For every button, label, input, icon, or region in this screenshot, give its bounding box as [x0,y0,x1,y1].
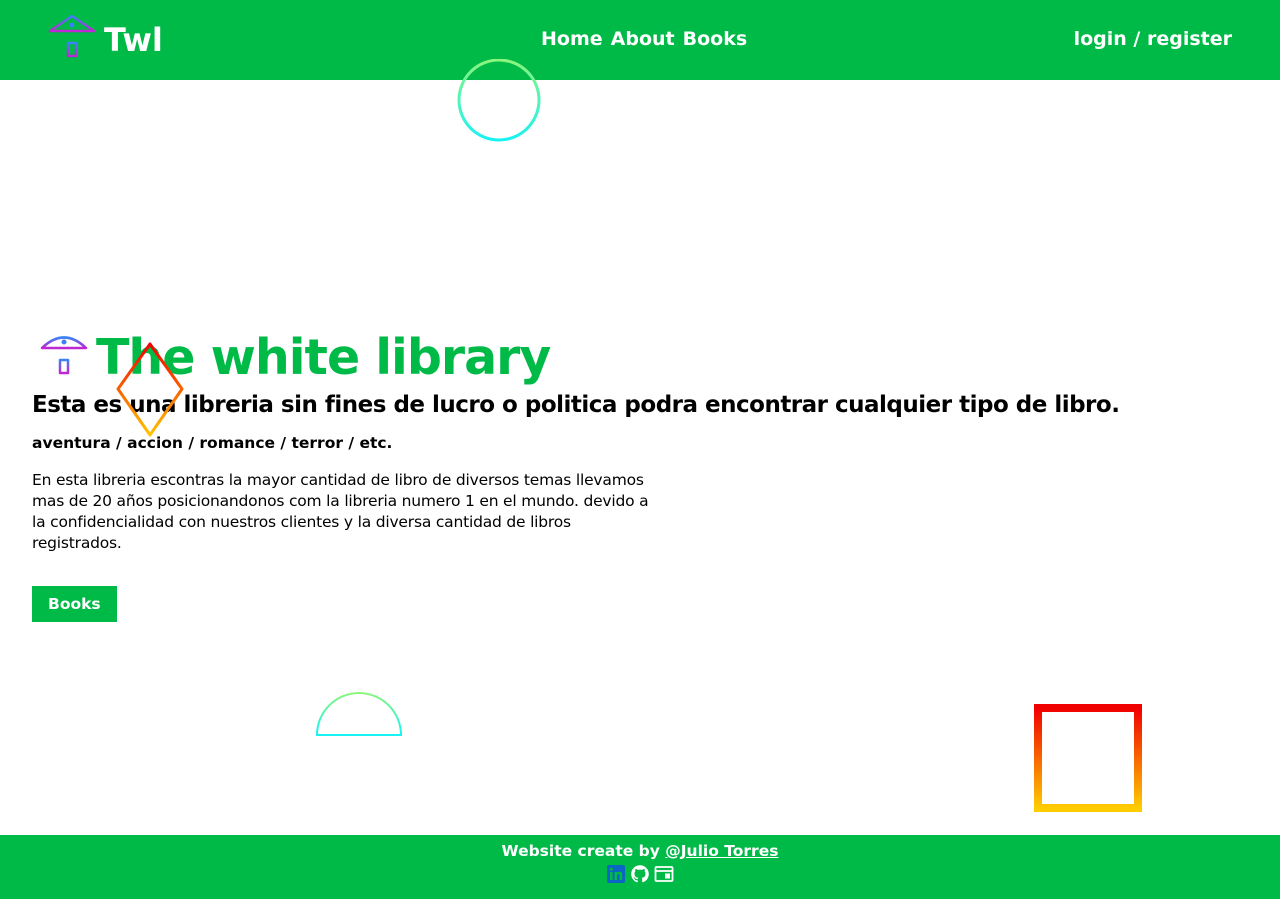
books-button[interactable]: Books [32,586,117,622]
navbar: Twl Home About Books login / register [0,0,1280,80]
nav-link-home[interactable]: Home [541,28,603,50]
hero-subtitle: Esta es una libreria sin fines de lucro … [32,392,1120,418]
nav-link-about[interactable]: About [611,28,675,50]
nav-links: Home About Books [541,28,747,50]
footer-social-icons [0,864,1280,884]
hero-title-row: The white library [32,326,1232,388]
author-link[interactable]: @Julio Torres [665,842,778,860]
brand-name: Twl [104,21,163,59]
library-icon [45,14,99,67]
github-icon[interactable] [630,864,650,884]
decorative-square [1034,704,1142,812]
brand-logo-link[interactable]: Twl [44,12,163,68]
nav-link-books[interactable]: Books [683,28,748,50]
footer-credit-prefix: Website create by [501,842,660,860]
decorative-circle [457,59,541,142]
footer-credit: Website create by @Julio Torres [0,842,1280,860]
login-register-link[interactable]: login / register [1074,28,1232,50]
decorative-diamond [116,342,184,437]
footer: Website create by @Julio Torres [0,835,1280,899]
portfolio-icon[interactable] [654,864,674,884]
linkedin-icon[interactable] [606,864,626,884]
decorative-half-circle [315,692,403,736]
hero-section: The white library Esta es una libreria s… [32,326,1232,622]
hero-genres: aventura / accion / romance / terror / e… [32,434,393,452]
library-icon [37,336,91,384]
hero-description: En esta libreria escontras la mayor cant… [32,471,649,552]
